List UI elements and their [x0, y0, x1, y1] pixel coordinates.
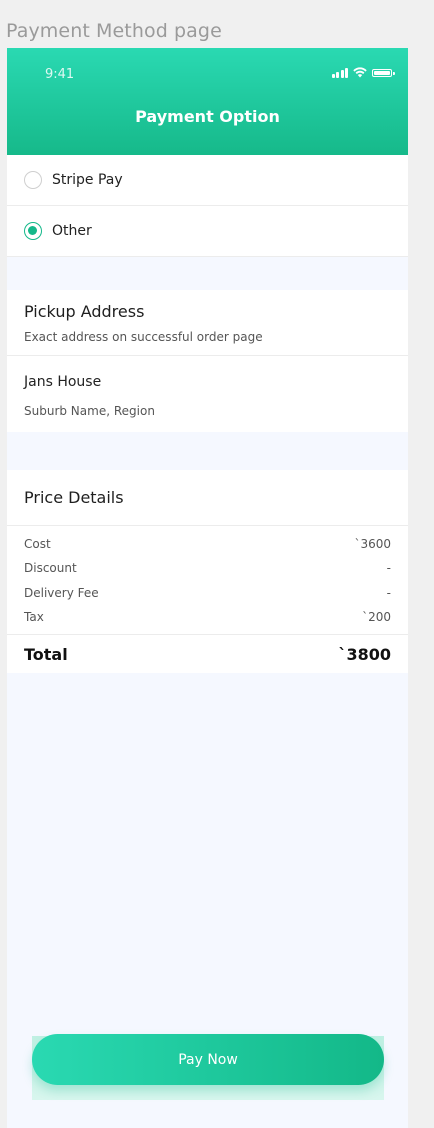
divider	[7, 525, 408, 526]
price-row-cost: Cost `3600	[24, 537, 391, 551]
price-label: Delivery Fee	[24, 586, 99, 600]
radio-other[interactable]	[24, 222, 42, 240]
total-label: Total	[24, 645, 68, 664]
payment-option-other[interactable]: Other	[7, 206, 408, 257]
status-icons	[331, 67, 395, 78]
pickup-location: Suburb Name, Region	[24, 404, 155, 418]
price-value: `3600	[354, 537, 391, 551]
pay-now-button[interactable]: Pay Now	[32, 1034, 384, 1085]
price-row-discount: Discount -	[24, 561, 391, 575]
price-label: Discount	[24, 561, 77, 575]
battery-icon	[372, 68, 395, 77]
header: 9:41 Payment Option	[7, 48, 408, 155]
price-row-delivery-fee: Delivery Fee -	[24, 586, 391, 600]
price-row-tax: Tax `200	[24, 610, 391, 624]
divider	[7, 634, 408, 635]
divider	[7, 355, 408, 356]
price-value: -	[386, 561, 391, 575]
price-value: `200	[362, 610, 391, 624]
option-label: Other	[52, 223, 92, 239]
total-value: `3800	[338, 645, 391, 664]
pickup-card: Pickup Address Exact address on successf…	[7, 290, 408, 432]
pickup-subtitle: Exact address on successful order page	[24, 330, 263, 344]
price-details-title: Price Details	[24, 488, 124, 507]
option-label: Stripe Pay	[52, 172, 123, 188]
pickup-title: Pickup Address	[24, 302, 145, 321]
price-label: Cost	[24, 537, 51, 551]
wifi-icon	[353, 67, 367, 78]
phone-screen: 9:41 Payment Option Stripe Pay Other Pic…	[7, 48, 408, 1128]
page-title: Payment Option	[135, 107, 280, 126]
total-row: Total `3800	[24, 645, 391, 664]
status-time: 9:41	[45, 67, 75, 82]
price-details-card: Price Details Cost `3600 Discount - Deli…	[7, 470, 408, 673]
price-label: Tax	[24, 610, 44, 624]
frame-label: Payment Method page	[6, 20, 222, 42]
payment-option-stripe[interactable]: Stripe Pay	[7, 155, 408, 206]
price-value: -	[386, 586, 391, 600]
radio-stripe[interactable]	[24, 171, 42, 189]
pickup-name: Jans House	[24, 374, 102, 390]
cellular-signal-icon	[331, 67, 348, 78]
